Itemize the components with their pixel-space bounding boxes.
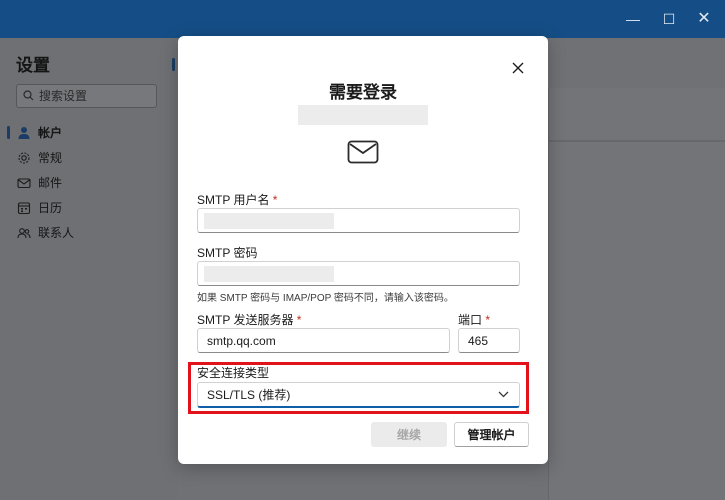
main-section-indicator xyxy=(172,58,175,71)
dialog-title: 需要登录 xyxy=(329,83,397,102)
required-mark: * xyxy=(272,193,278,207)
sidebar-item-mail[interactable]: 邮件 xyxy=(0,170,178,195)
server-label: SMTP 发送服务器 * xyxy=(197,311,301,328)
close-dialog-button[interactable] xyxy=(509,59,527,77)
close-window-button[interactable]: ✕ xyxy=(693,8,715,30)
redacted-account xyxy=(298,105,428,125)
main-content-panel xyxy=(548,88,725,500)
manage-account-button[interactable]: 管理帐户 xyxy=(454,422,529,447)
login-dialog: 需要登录 SMTP 用户名 * SMTP 密码 如果 SMTP 密码与 IMAP… xyxy=(178,36,548,464)
password-hint: 如果 SMTP 密码与 IMAP/POP 密码不同，请输入该密码。 xyxy=(197,293,454,304)
port-label: 端口 * xyxy=(458,311,490,328)
smtp-server-field[interactable] xyxy=(197,328,450,353)
search-icon xyxy=(23,90,34,101)
password-label: SMTP 密码 xyxy=(197,246,258,260)
settings-sidebar: 设置 帐户 常规 xyxy=(0,38,178,500)
search-input[interactable] xyxy=(39,87,151,105)
divider xyxy=(549,141,725,142)
sidebar-item-contacts[interactable]: 联系人 xyxy=(0,220,178,245)
required-mark: * xyxy=(296,313,302,327)
envelope-icon xyxy=(347,140,379,164)
settings-nav: 帐户 常规 邮件 日历 联系人 xyxy=(0,120,178,245)
redacted-password xyxy=(204,266,334,282)
mail-icon xyxy=(17,177,31,188)
contacts-icon xyxy=(17,227,31,238)
sidebar-item-label: 常规 xyxy=(38,151,63,165)
title-bar: — ☐ ✕ xyxy=(0,0,725,38)
port-label-text: 端口 xyxy=(458,313,483,327)
sidebar-item-general[interactable]: 常规 xyxy=(0,145,178,170)
port-field[interactable] xyxy=(458,328,520,353)
sidebar-item-label: 日历 xyxy=(38,201,63,215)
gear-icon xyxy=(18,151,30,164)
highlight-box xyxy=(188,362,529,414)
sidebar-item-calendar[interactable]: 日历 xyxy=(0,195,178,220)
username-label: SMTP 用户名 * xyxy=(197,191,277,208)
continue-button[interactable]: 继续 xyxy=(371,422,447,447)
search-box[interactable] xyxy=(16,84,157,108)
calendar-icon xyxy=(17,201,31,214)
sidebar-item-label: 帐户 xyxy=(38,126,63,140)
sidebar-item-label: 邮件 xyxy=(38,176,63,190)
required-mark: * xyxy=(485,313,491,327)
username-label-text: SMTP 用户名 xyxy=(197,193,270,207)
maximize-button[interactable]: ☐ xyxy=(658,8,680,30)
redacted-username xyxy=(204,213,334,229)
minimize-button[interactable]: — xyxy=(622,8,644,30)
settings-title: 设置 xyxy=(16,56,50,75)
sidebar-item-label: 联系人 xyxy=(38,226,75,240)
sidebar-item-accounts[interactable]: 帐户 xyxy=(0,120,178,145)
server-label-text: SMTP 发送服务器 xyxy=(197,313,294,327)
person-icon xyxy=(18,126,30,139)
